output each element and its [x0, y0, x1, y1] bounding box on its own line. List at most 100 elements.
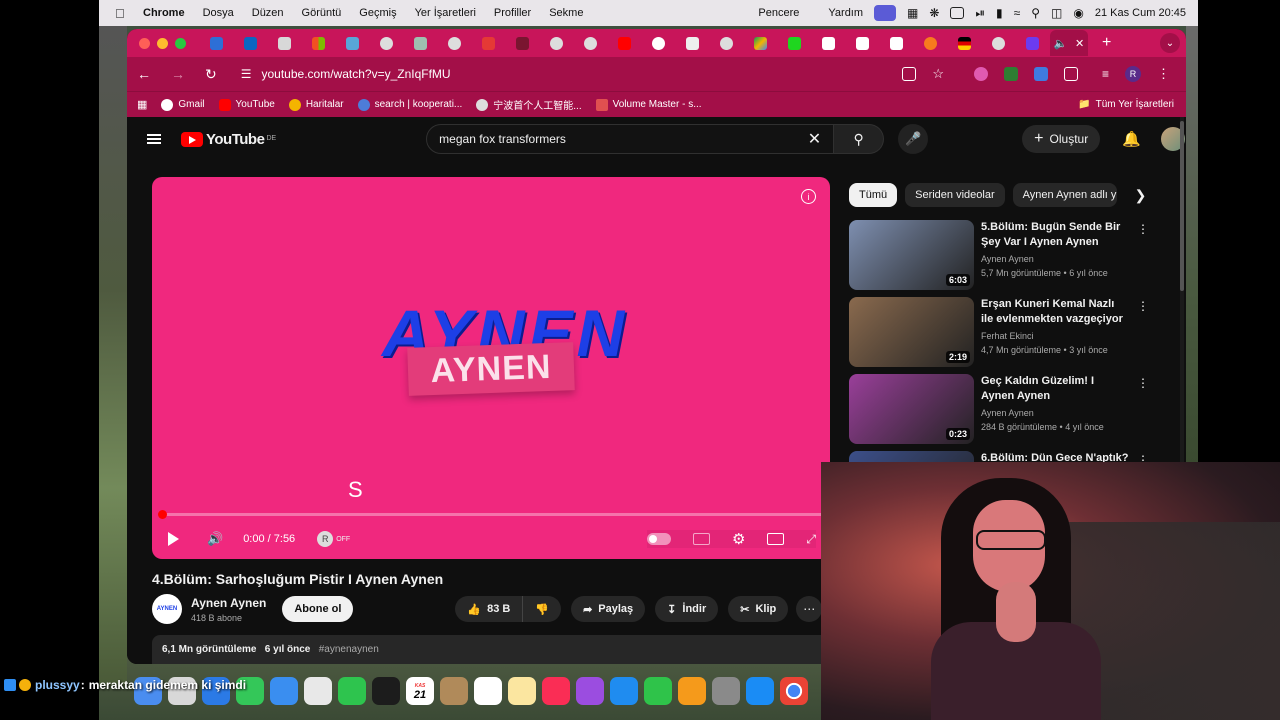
- install-app-icon[interactable]: [902, 67, 917, 81]
- profile-avatar[interactable]: R: [1125, 66, 1141, 82]
- recommendation-thumbnail[interactable]: 2:19: [849, 297, 974, 367]
- share-button[interactable]: ➦ Paylaş: [571, 596, 646, 622]
- recommendation-channel[interactable]: Aynen Aynen: [981, 408, 1129, 418]
- theater-mode-icon[interactable]: [767, 533, 785, 545]
- dock-maps-icon[interactable]: [304, 677, 332, 705]
- dock-numbers-icon[interactable]: [644, 677, 672, 705]
- menu-file[interactable]: Dosya: [203, 7, 234, 19]
- recommendation-channel[interactable]: Ferhat Ekinci: [981, 331, 1129, 341]
- reading-list-icon[interactable]: ≡: [1102, 67, 1109, 81]
- tab-search-button[interactable]: ⌄: [1160, 33, 1180, 53]
- tab-favicon-icon[interactable]: [954, 35, 974, 51]
- more-options-icon[interactable]: ⋮: [1137, 376, 1149, 444]
- all-bookmarks[interactable]: 📁 Tüm Yer İşaretleri: [1078, 99, 1174, 110]
- tab-favicon-icon[interactable]: [852, 35, 872, 51]
- scrubber-handle[interactable]: [158, 510, 167, 519]
- play-button[interactable]: [168, 532, 179, 546]
- chip-all[interactable]: Tümü: [849, 183, 898, 207]
- extensions-puzzle-icon[interactable]: [1063, 67, 1078, 81]
- tab-favicon-icon[interactable]: [784, 35, 804, 51]
- tab-favicon-icon[interactable]: [682, 35, 702, 51]
- close-tab-icon[interactable]: ✕: [1075, 37, 1084, 50]
- dock-contacts-icon[interactable]: [440, 677, 468, 705]
- tab-drive-icon[interactable]: [750, 35, 770, 51]
- siri-icon[interactable]: ◉: [1073, 6, 1083, 20]
- menu-clock[interactable]: 21 Kas Cum 20:45: [1095, 7, 1186, 19]
- tab-favicon-icon[interactable]: [1022, 35, 1042, 51]
- dock-podcasts-icon[interactable]: [576, 677, 604, 705]
- video-player[interactable]: i AYNEN AYNEN S 🔊 0:00 / 7:56 R OFF ⚙ ⤢: [152, 177, 830, 559]
- dock-facetime-icon[interactable]: [338, 677, 366, 705]
- recommendation-channel[interactable]: Aynen Aynen: [981, 254, 1129, 264]
- create-button[interactable]: + Oluştur: [1022, 125, 1101, 153]
- apple-icon[interactable]: : [115, 6, 131, 21]
- search-icon[interactable]: ⚲: [1031, 6, 1040, 20]
- recommendation-item[interactable]: 6:03 5.Bölüm: Bugün Sende Bir Şey Var I A…: [849, 220, 1149, 290]
- tab-microsoft-icon[interactable]: [308, 35, 328, 51]
- tab-favicon-icon[interactable]: [648, 35, 668, 51]
- search-query[interactable]: megan fox transformers: [439, 132, 808, 146]
- zoom-window-button[interactable]: [175, 37, 186, 49]
- tab-globe-icon[interactable]: [988, 35, 1008, 51]
- menu-window[interactable]: Pencere: [758, 7, 799, 19]
- bookmark-gmail[interactable]: Gmail: [161, 98, 205, 111]
- dock-appletv-icon[interactable]: [372, 677, 400, 705]
- tab-favicon-icon[interactable]: [206, 35, 226, 51]
- search-button[interactable]: ⚲: [834, 124, 885, 154]
- extension-icon[interactable]: [1003, 67, 1018, 81]
- url-text[interactable]: youtube.com/watch?v=y_ZnIqFfMU: [262, 67, 451, 81]
- recommendation-title[interactable]: Geç Kaldın Güzelim! I Aynen Aynen: [981, 374, 1129, 404]
- dock-settings-icon[interactable]: [712, 677, 740, 705]
- notifications-bell-icon[interactable]: 🔔: [1122, 130, 1141, 148]
- recommendation-thumbnail[interactable]: 0:23: [849, 374, 974, 444]
- dislike-button[interactable]: 👎: [523, 596, 562, 622]
- chrome-menu-icon[interactable]: ⋮: [1157, 66, 1170, 82]
- chip-series[interactable]: Seriden videolar: [905, 183, 1005, 207]
- clear-search-icon[interactable]: ✕: [808, 129, 821, 149]
- reload-button[interactable]: ↻: [205, 66, 217, 83]
- more-options-icon[interactable]: ⋮: [1137, 222, 1149, 290]
- menu-edit[interactable]: Düzen: [252, 7, 284, 19]
- bookmark-volume-master[interactable]: Volume Master - s...: [595, 98, 702, 111]
- minimize-window-button[interactable]: [157, 37, 168, 49]
- scrollbar-thumb[interactable]: [1180, 121, 1184, 291]
- apps-grid-icon[interactable]: ▦: [137, 98, 147, 111]
- tab-favicon-icon[interactable]: [818, 35, 838, 51]
- tab-favicon-icon[interactable]: [410, 35, 430, 51]
- screen-share-icon[interactable]: [874, 5, 897, 21]
- tab-youtube-icon[interactable]: [614, 35, 634, 51]
- chevron-right-icon[interactable]: ❯: [1135, 187, 1147, 204]
- subtitles-icon[interactable]: [692, 533, 710, 545]
- menu-help[interactable]: Yardım: [828, 7, 863, 19]
- description-box[interactable]: 6,1 Mn görüntüleme 6 yıl önce #aynenayne…: [152, 635, 830, 664]
- grid-icon[interactable]: ▦: [907, 6, 918, 20]
- voice-search-button[interactable]: 🎤: [898, 124, 929, 154]
- dock-mail-icon[interactable]: [270, 677, 298, 705]
- progress-bar[interactable]: [158, 510, 822, 519]
- bookmark-maps[interactable]: Haritalar: [288, 98, 344, 111]
- settings-gear-icon[interactable]: ⚙: [732, 530, 745, 548]
- bookmark-ningbo[interactable]: 宁波首个人工智能...: [476, 97, 582, 112]
- more-options-icon[interactable]: ⋮: [1137, 299, 1149, 367]
- subscribe-button[interactable]: Abone ol: [282, 596, 354, 622]
- battery-icon[interactable]: ▮: [996, 6, 1003, 20]
- fan-icon[interactable]: ❋: [929, 6, 939, 20]
- dock-appstore-icon[interactable]: [746, 677, 774, 705]
- forward-button[interactable]: →: [171, 66, 185, 82]
- tab-globe-icon[interactable]: [716, 35, 736, 51]
- speaker-icon[interactable]: 🔈: [1054, 37, 1068, 50]
- hashtag-link[interactable]: #aynenaynen: [319, 644, 379, 655]
- more-actions-icon[interactable]: ⋯: [796, 596, 823, 622]
- play-circle-icon[interactable]: ⏯: [975, 6, 985, 21]
- tab-favicon-icon[interactable]: [478, 35, 498, 51]
- channel-avatar[interactable]: AYNEN: [152, 594, 182, 624]
- menu-bookmarks[interactable]: Yer İşaretleri: [415, 7, 476, 19]
- dock-notes-icon[interactable]: [508, 677, 536, 705]
- wifi-icon[interactable]: ≈: [1014, 6, 1021, 20]
- recommendation-title[interactable]: 5.Bölüm: Bugün Sende Bir Şey Var I Aynen…: [981, 220, 1129, 250]
- dock-music-icon[interactable]: [542, 677, 570, 705]
- bookmark-youtube[interactable]: YouTube: [218, 98, 275, 111]
- dock-calendar-icon[interactable]: KAS 21: [406, 677, 434, 705]
- new-tab-button[interactable]: +: [1102, 34, 1111, 52]
- chip-uploads[interactable]: Aynen Aynen adlı yük: [1012, 183, 1117, 207]
